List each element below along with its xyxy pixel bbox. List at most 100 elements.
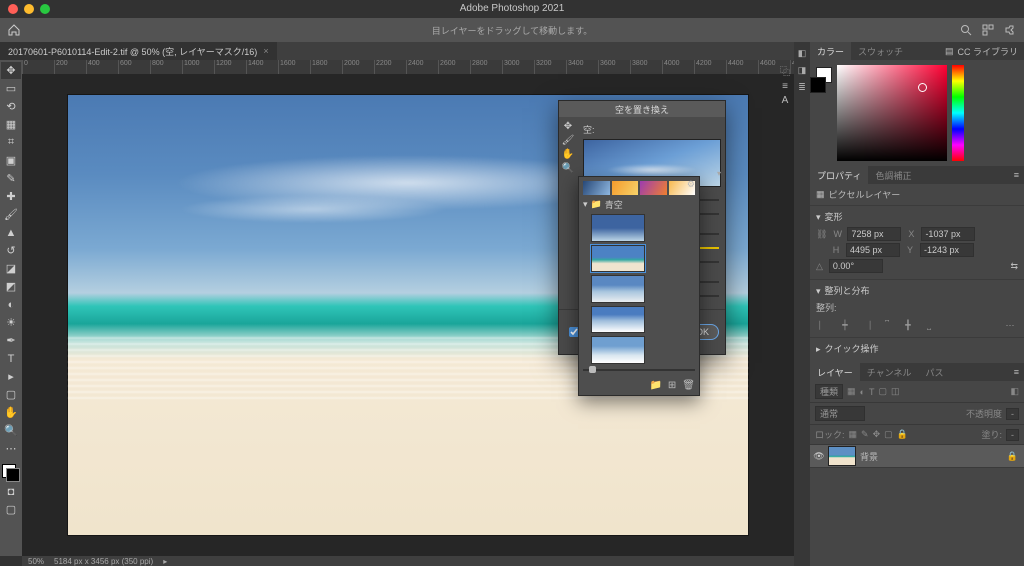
dodge-tool[interactable]: ☀ [1,314,21,331]
filter-pixel-icon[interactable]: ▦ [847,386,856,397]
zoom-level[interactable]: 50% [28,557,44,566]
filter-shape-icon[interactable]: ▢ [878,386,887,397]
bg-swatch[interactable] [810,77,826,93]
lock-all-icon[interactable]: 🔒 [897,429,908,440]
object-select-tool[interactable]: ▦ [1,116,21,133]
quick-actions-title[interactable]: クイック操作 [825,344,879,354]
crop-tool[interactable]: ⌗ [1,134,21,151]
transform-controls-icon[interactable]: ⿻ [780,63,790,78]
healing-tool[interactable]: ✚ [1,188,21,205]
align-bottom-icon[interactable]: ⎵ [921,317,937,333]
preset-thumb-4[interactable] [591,306,645,334]
filter-adjust-icon[interactable]: ◐ [860,387,865,397]
panel-menu-icon[interactable]: ≡ [1009,170,1024,180]
type-tool[interactable]: T [1,350,21,367]
search-icon[interactable] [960,24,972,36]
background-color[interactable] [6,468,20,482]
delete-preset-icon[interactable]: 🗑 [682,380,695,391]
panel-menu-icon[interactable]: ≡ [1009,367,1024,377]
chevron-down-icon[interactable]: ▾ [717,169,721,178]
preset-thumb-5[interactable] [591,336,645,364]
preset-thumb-3[interactable] [591,275,645,303]
color-field[interactable] [837,65,947,161]
move-tool[interactable]: ✥ [1,62,21,79]
tab-layers[interactable]: レイヤー [810,363,860,381]
align-icon[interactable]: ≡ [782,81,788,92]
filter-type-icon[interactable]: T [869,387,875,397]
height-field[interactable]: 4495 px [846,243,900,257]
gradient-tool[interactable]: ◩ [1,278,21,295]
tab-properties[interactable]: プロパティ [810,166,868,184]
visibility-icon[interactable]: 👁 [810,451,828,462]
dlg-move-tool[interactable]: ✥ [564,121,572,132]
lock-trans-icon[interactable]: ▦ [849,429,858,440]
layer-thumbnail[interactable] [828,446,856,466]
lock-pos-icon[interactable]: ✥ [873,429,881,440]
lock-nest-icon[interactable]: ▢ [884,429,893,440]
y-field[interactable]: -1243 px [920,243,974,257]
opacity-field[interactable]: - [1006,408,1019,420]
link-wh-icon[interactable]: ⛓ [816,229,827,240]
hue-slider[interactable] [952,65,964,161]
marquee-tool[interactable]: ▭ [1,80,21,97]
screenmode-icon[interactable]: ▢ [1,501,21,518]
preset-cat-sunset[interactable] [612,181,639,195]
blur-tool[interactable]: ◐ [1,296,21,313]
layer-name[interactable]: 背景 [860,450,878,463]
angle-field[interactable]: 0.00° [829,259,883,273]
tab-paths[interactable]: パス [918,363,950,381]
brush-tool[interactable]: 🖌 [1,206,21,223]
tab-color[interactable]: カラー [810,42,851,60]
lasso-tool[interactable]: ⟲ [1,98,21,115]
pen-tool[interactable]: ✒ [1,332,21,349]
fill-field[interactable]: - [1006,429,1019,441]
align-top-icon[interactable]: ⎴ [879,317,895,333]
filter-kind-select[interactable]: 種類 [815,384,843,399]
dlg-hand-tool[interactable]: ✋ [562,149,574,160]
preset-cat-dramatic[interactable] [640,181,667,195]
layer-row[interactable]: 👁 背景 🔒 [810,445,1024,468]
color-swatch[interactable] [2,464,20,482]
share-icon[interactable] [1004,24,1016,36]
filter-smart-icon[interactable]: ◫ [891,386,900,397]
lock-paint-icon[interactable]: ✎ [861,429,869,440]
path-select-tool[interactable]: ▸ [1,368,21,385]
tab-adjustments[interactable]: 色調補正 [868,166,918,184]
dlg-brush-tool[interactable]: 🖌 [562,135,575,146]
rail-color-icon[interactable]: ◧ [798,48,807,59]
rail-properties-icon[interactable]: ◨ [798,65,807,76]
new-preset-icon[interactable]: ⊞ [668,380,676,391]
cc-libraries-tab[interactable]: ▤ CC ライブラリ [939,42,1024,60]
x-field[interactable]: -1037 px [921,227,975,241]
width-field[interactable]: 7258 px [847,227,901,241]
dlg-zoom-tool[interactable]: 🔍 [562,163,574,174]
flip-h-icon[interactable]: ⇆ [1010,261,1018,272]
preset-cat-blue[interactable] [583,181,610,195]
close-tab-icon[interactable]: × [263,46,268,56]
tab-channels[interactable]: チャンネル [860,363,919,381]
hand-tool[interactable]: ✋ [1,404,21,421]
align-left-icon[interactable]: ⎸ [816,317,832,333]
zoom-tool[interactable]: 🔍 [1,422,21,439]
shape-tool[interactable]: ▢ [1,386,21,403]
blend-mode-select[interactable]: 通常 [815,406,865,421]
rail-layers-icon[interactable]: ≣ [798,82,806,93]
preset-folder-blue-sky[interactable]: ▾ 📁 青空 [583,198,695,211]
align-more-icon[interactable]: ⋯ [1002,317,1018,333]
tab-swatches[interactable]: スウォッチ [851,42,910,60]
new-folder-icon[interactable]: 📁 [649,380,661,391]
preset-thumb-1[interactable] [591,214,645,242]
dialog-title[interactable]: 空を置き換え [559,101,725,117]
preset-size-slider[interactable] [583,369,695,374]
stamp-tool[interactable]: ▲ [1,224,21,241]
frame-tool[interactable]: ▣ [1,152,21,169]
filter-toggle-icon[interactable]: ◧ [1010,386,1019,397]
status-chevron-icon[interactable]: ▸ [163,557,167,566]
type-align-icon[interactable]: A [782,95,789,106]
align-right-icon[interactable]: ⎹ [858,317,874,333]
preset-thumb-2[interactable] [591,245,645,273]
gear-icon[interactable]: ⚙ [687,179,695,190]
history-brush-tool[interactable]: ↺ [1,242,21,259]
quickmask-icon[interactable]: ◘ [1,483,21,500]
edit-toolbar-icon[interactable]: ⋯ [1,440,21,457]
